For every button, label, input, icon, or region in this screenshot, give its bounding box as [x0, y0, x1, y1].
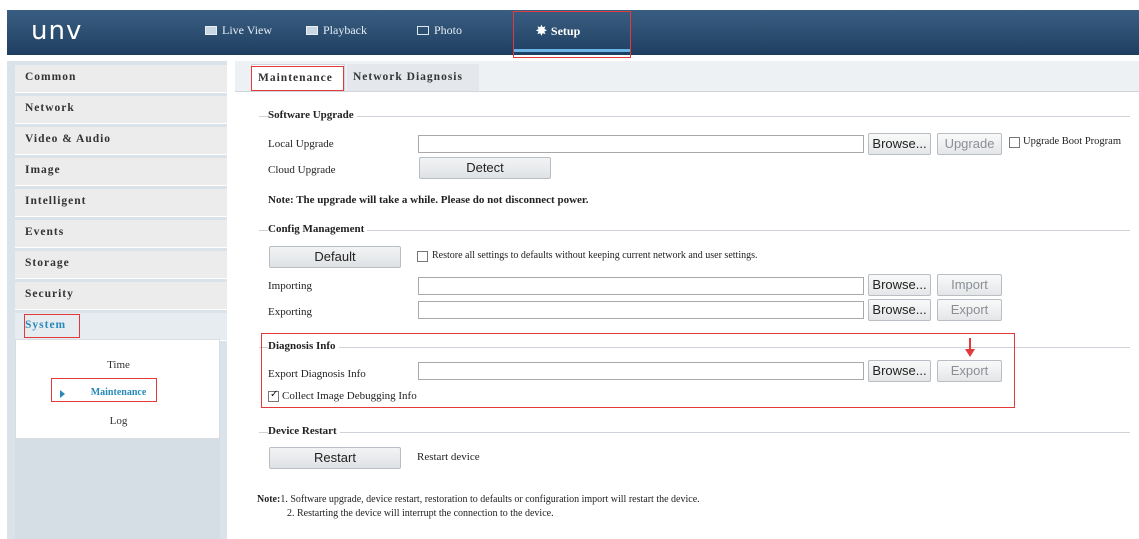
diagnosis-highlight-box: [261, 333, 1015, 408]
sidebar-item-label: Storage: [25, 257, 70, 269]
upgrade-note: Note: The upgrade will take a while. Ple…: [268, 194, 589, 206]
sidebar-item-label: Events: [25, 226, 65, 238]
device-restart-legend: Device Restart: [268, 425, 340, 437]
sidebar-item-security[interactable]: Security: [15, 282, 227, 310]
setup-highlight-box: [513, 11, 631, 58]
sidebar-item-label: Network: [25, 102, 75, 114]
upgrade-boot-program-label: Upgrade Boot Program: [1023, 136, 1121, 147]
import-button[interactable]: Import: [937, 274, 1002, 296]
importing-path-field[interactable]: [418, 277, 864, 295]
maintenance-highlight-box: [51, 378, 157, 402]
top-bar: unv Live View Playback Photo ✸ Setup: [0, 0, 1139, 58]
tab-network-diagnosis[interactable]: Network Diagnosis: [347, 64, 479, 91]
nav-live-view[interactable]: Live View: [205, 23, 272, 38]
tab-bar: Maintenance Network Diagnosis: [235, 61, 1139, 92]
nav-playback-label: Playback: [323, 23, 367, 37]
sidebar-item-storage[interactable]: Storage: [15, 251, 227, 279]
submenu-item-time[interactable]: Time: [16, 359, 221, 371]
footer-note-line2: 2. Restarting the device will interrupt …: [287, 508, 554, 519]
sidebar-item-network[interactable]: Network: [15, 96, 227, 124]
tab-label: Network Diagnosis: [353, 71, 463, 83]
default-button[interactable]: Default: [269, 246, 401, 268]
restart-description: Restart device: [417, 451, 480, 463]
sidebar-item-video-audio[interactable]: Video & Audio: [15, 127, 227, 155]
submenu-item-log[interactable]: Log: [16, 415, 221, 427]
sidebar-item-label: Image: [25, 164, 61, 176]
section-divider: [259, 230, 1130, 231]
sidebar-item-events[interactable]: Events: [15, 220, 227, 248]
footer-note-text: 1. Software upgrade, device restart, res…: [280, 494, 700, 505]
export-config-button[interactable]: Export: [937, 299, 1002, 321]
sidebar-item-image[interactable]: Image: [15, 158, 227, 186]
importing-browse-button[interactable]: Browse...: [868, 274, 931, 296]
maintenance-tab-highlight-box: [251, 66, 344, 91]
footer-note-prefix: Note:: [257, 494, 281, 505]
system-highlight-box: [24, 314, 80, 338]
arrow-down-icon: [965, 338, 975, 357]
section-divider: [259, 432, 1130, 433]
upgrade-boot-program-checkbox[interactable]: [1009, 137, 1020, 148]
upgrade-button[interactable]: Upgrade: [937, 133, 1002, 155]
software-upgrade-legend: Software Upgrade: [268, 109, 357, 121]
restore-defaults-label: Restore all settings to defaults without…: [432, 250, 758, 261]
nav-photo-label: Photo: [434, 23, 463, 37]
cloud-upgrade-label: Cloud Upgrade: [268, 164, 336, 176]
restore-defaults-checkbox[interactable]: [417, 251, 428, 262]
exporting-path-field[interactable]: [418, 301, 864, 319]
sidebar-item-label: Common: [25, 71, 77, 83]
local-upgrade-path-field[interactable]: [418, 135, 864, 153]
nav-photo[interactable]: Photo: [417, 23, 462, 38]
exporting-browse-button[interactable]: Browse...: [868, 299, 931, 321]
footer-note-line1: Note:1. Software upgrade, device restart…: [257, 494, 700, 505]
submenu-item-label: Time: [107, 359, 130, 371]
sidebar-item-intelligent[interactable]: Intelligent: [15, 189, 227, 217]
photo-icon: [417, 26, 429, 35]
section-divider: [259, 116, 1130, 117]
local-upgrade-browse-button[interactable]: Browse...: [868, 133, 931, 155]
sidebar-item-label: Security: [25, 288, 74, 300]
importing-label: Importing: [268, 280, 312, 292]
nav-live-view-label: Live View: [222, 23, 273, 37]
unv-logo: unv: [31, 16, 83, 46]
exporting-label: Exporting: [268, 306, 312, 318]
sidebar-item-common[interactable]: Common: [15, 65, 227, 93]
nav-playback[interactable]: Playback: [306, 23, 367, 38]
detect-button[interactable]: Detect: [419, 157, 551, 179]
restart-button[interactable]: Restart: [269, 447, 401, 469]
sidebar-filler: [15, 439, 220, 539]
local-upgrade-label: Local Upgrade: [268, 138, 334, 150]
playback-icon: [306, 26, 318, 35]
sidebar-item-label: Intelligent: [25, 195, 87, 207]
submenu-item-label: Log: [109, 415, 128, 427]
sidebar-item-label: Video & Audio: [25, 133, 112, 145]
config-management-legend: Config Management: [268, 223, 368, 235]
monitor-icon: [205, 26, 217, 35]
